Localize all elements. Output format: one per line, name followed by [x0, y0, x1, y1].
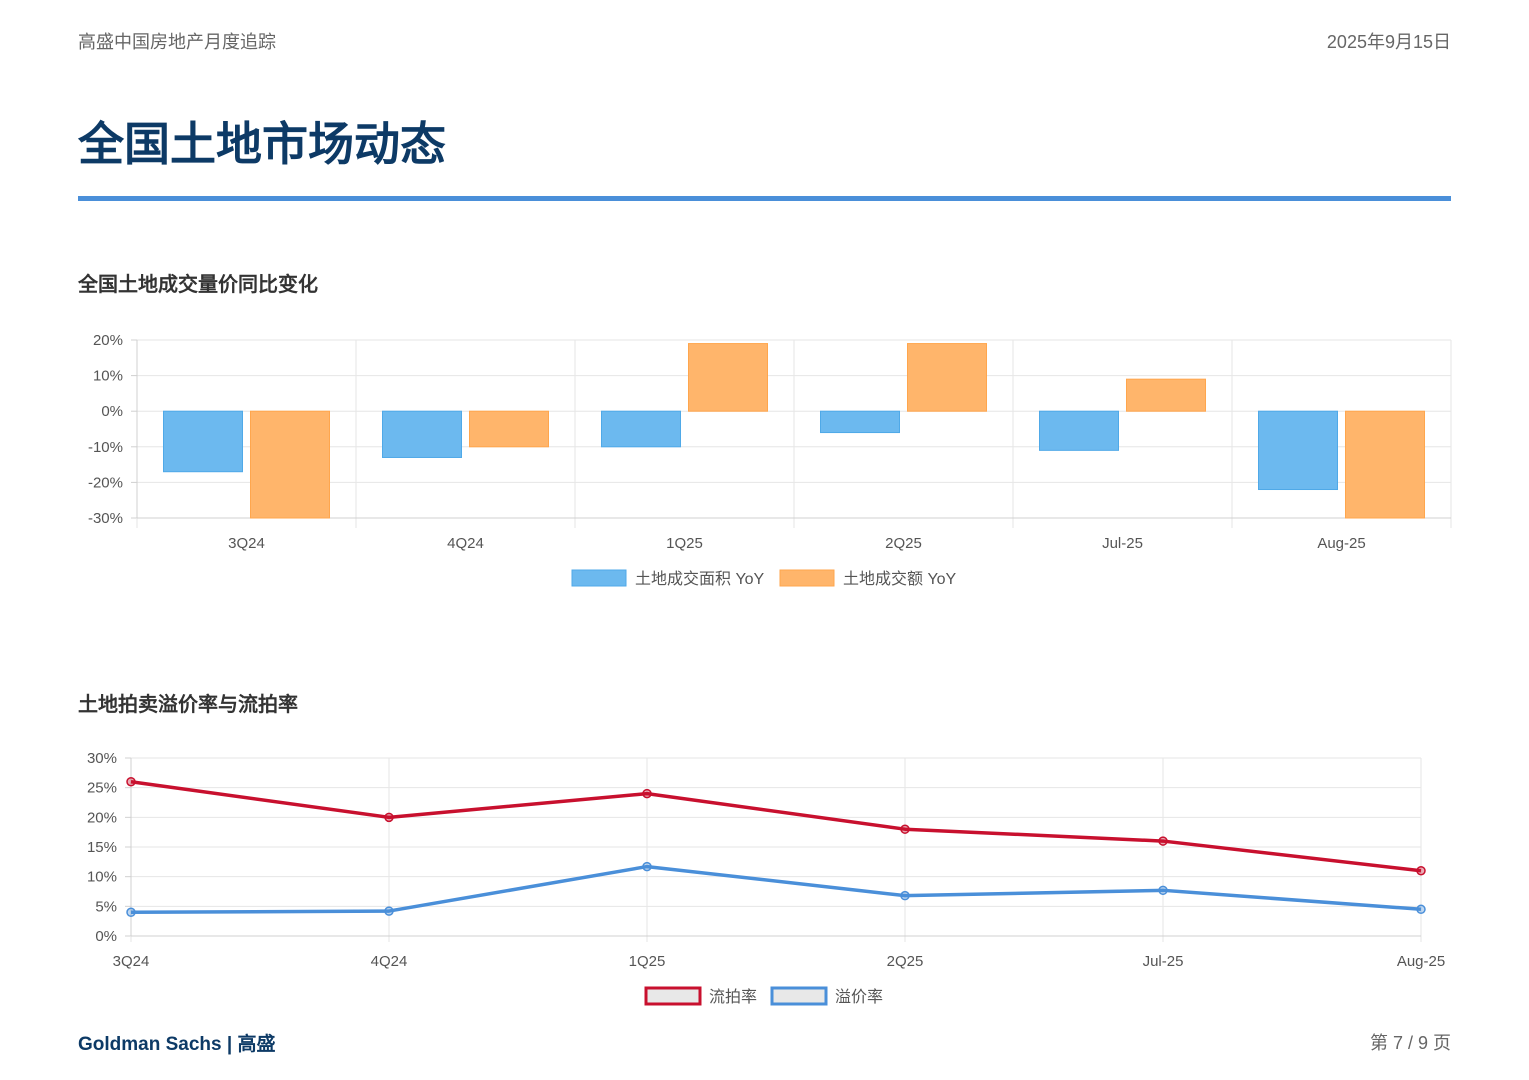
- x-tick-label: 2Q25: [885, 535, 922, 552]
- point-failure-rate-Jul-25: [1158, 836, 1168, 846]
- x-tick-label: Aug-25: [1317, 535, 1365, 552]
- line-chart-title: 土地拍卖溢价率与流拍率: [78, 694, 298, 716]
- report-date: 2025年9月15日: [1326, 32, 1451, 52]
- point-premium-rate-4Q24: [384, 906, 394, 916]
- x-tick-label: 2Q25: [887, 953, 924, 970]
- y-tick-label: 20%: [93, 332, 123, 349]
- bar-area-2Q25: [820, 410, 900, 434]
- bar-area-1Q25: [601, 410, 681, 448]
- y-tick-label: 0%: [95, 928, 117, 945]
- y-tick-label: 30%: [87, 750, 117, 767]
- x-tick-label: Jul-25: [1143, 953, 1184, 970]
- x-tick-label: 1Q25: [629, 953, 666, 970]
- point-failure-rate-1Q25: [642, 788, 652, 799]
- bar-value-4Q24: [469, 410, 549, 448]
- title-divider: [78, 196, 1451, 201]
- x-tick-label: 1Q25: [666, 535, 703, 552]
- point-failure-rate-3Q24: [126, 776, 136, 787]
- bar-value-Jul-25: [1126, 378, 1206, 412]
- point-failure-rate-2Q25: [900, 824, 910, 834]
- legend-swatch-failure-rate: [644, 986, 702, 1006]
- point-failure-rate-4Q24: [384, 812, 394, 823]
- point-premium-rate-Aug-25: [1416, 904, 1426, 915]
- x-tick-label: 4Q24: [447, 535, 484, 552]
- x-tick-label: 3Q24: [228, 535, 265, 552]
- point-premium-rate-3Q24: [126, 907, 136, 918]
- point-premium-rate-1Q25: [642, 861, 652, 872]
- bar-value-1Q25: [688, 343, 768, 412]
- auction-premium-failure-line-chart: 30% 25% 20% 15% 10% 5% 0% 3Q24 4Q24 1Q25 2Q25 Jul-2…: [87, 750, 1445, 1006]
- x-tick-label: Jul-25: [1102, 535, 1143, 552]
- bar-value-2Q25: [907, 343, 987, 412]
- x-tick-label: 3Q24: [113, 953, 150, 970]
- line-failure-rate: [130, 779, 1422, 873]
- point-premium-rate-2Q25: [900, 890, 910, 901]
- y-tick-label: 10%: [93, 368, 123, 385]
- y-tick-label: 20%: [87, 809, 117, 826]
- legend-label-failure-rate: 流拍率: [709, 988, 757, 1006]
- y-tick-label: -30%: [88, 510, 123, 527]
- report-name: 高盛中国房地产月度追踪: [78, 32, 276, 52]
- line-premium-rate: [130, 864, 1422, 915]
- legend-swatch-value: [779, 569, 835, 587]
- bar-area-3Q24: [163, 410, 243, 473]
- bar-area-Aug-25: [1258, 410, 1338, 491]
- point-failure-rate-Aug-25: [1416, 865, 1426, 876]
- y-tick-label: -20%: [88, 474, 123, 491]
- legend-label-value: 土地成交额 YoY: [843, 570, 957, 588]
- page-title: 全国土地市场动态: [78, 118, 446, 170]
- bar-value-3Q24: [250, 410, 330, 519]
- y-tick-label: 15%: [87, 839, 117, 856]
- x-tick-label: Aug-25: [1397, 953, 1445, 970]
- land-transaction-yoy-bar-chart: 20% 10% 0% -10% -20% -30% 3Q24 4Q24 1Q25 2Q25 Jul-…: [88, 332, 1452, 588]
- y-tick-label: 5%: [95, 898, 117, 915]
- bar-value-Aug-25: [1345, 410, 1425, 519]
- legend-label-area: 土地成交面积 YoY: [635, 570, 765, 588]
- page-number: 第 7 / 9 页: [1369, 1033, 1451, 1053]
- bar-area-Jul-25: [1039, 410, 1119, 451]
- footer-brand: Goldman Sachs | 高盛: [78, 1034, 276, 1055]
- legend-swatch-area: [571, 569, 627, 587]
- y-tick-label: 25%: [87, 780, 117, 797]
- x-tick-label: 4Q24: [371, 953, 408, 970]
- legend-label-premium-rate: 溢价率: [835, 988, 883, 1006]
- bar-area-4Q24: [382, 410, 462, 458]
- legend-swatch-premium-rate: [770, 986, 828, 1006]
- bar-chart-title: 全国土地成交量价同比变化: [78, 274, 318, 296]
- y-tick-label: -10%: [88, 439, 123, 456]
- y-tick-label: 10%: [87, 869, 117, 886]
- y-tick-label: 0%: [101, 403, 123, 420]
- point-premium-rate-Jul-25: [1158, 885, 1168, 896]
